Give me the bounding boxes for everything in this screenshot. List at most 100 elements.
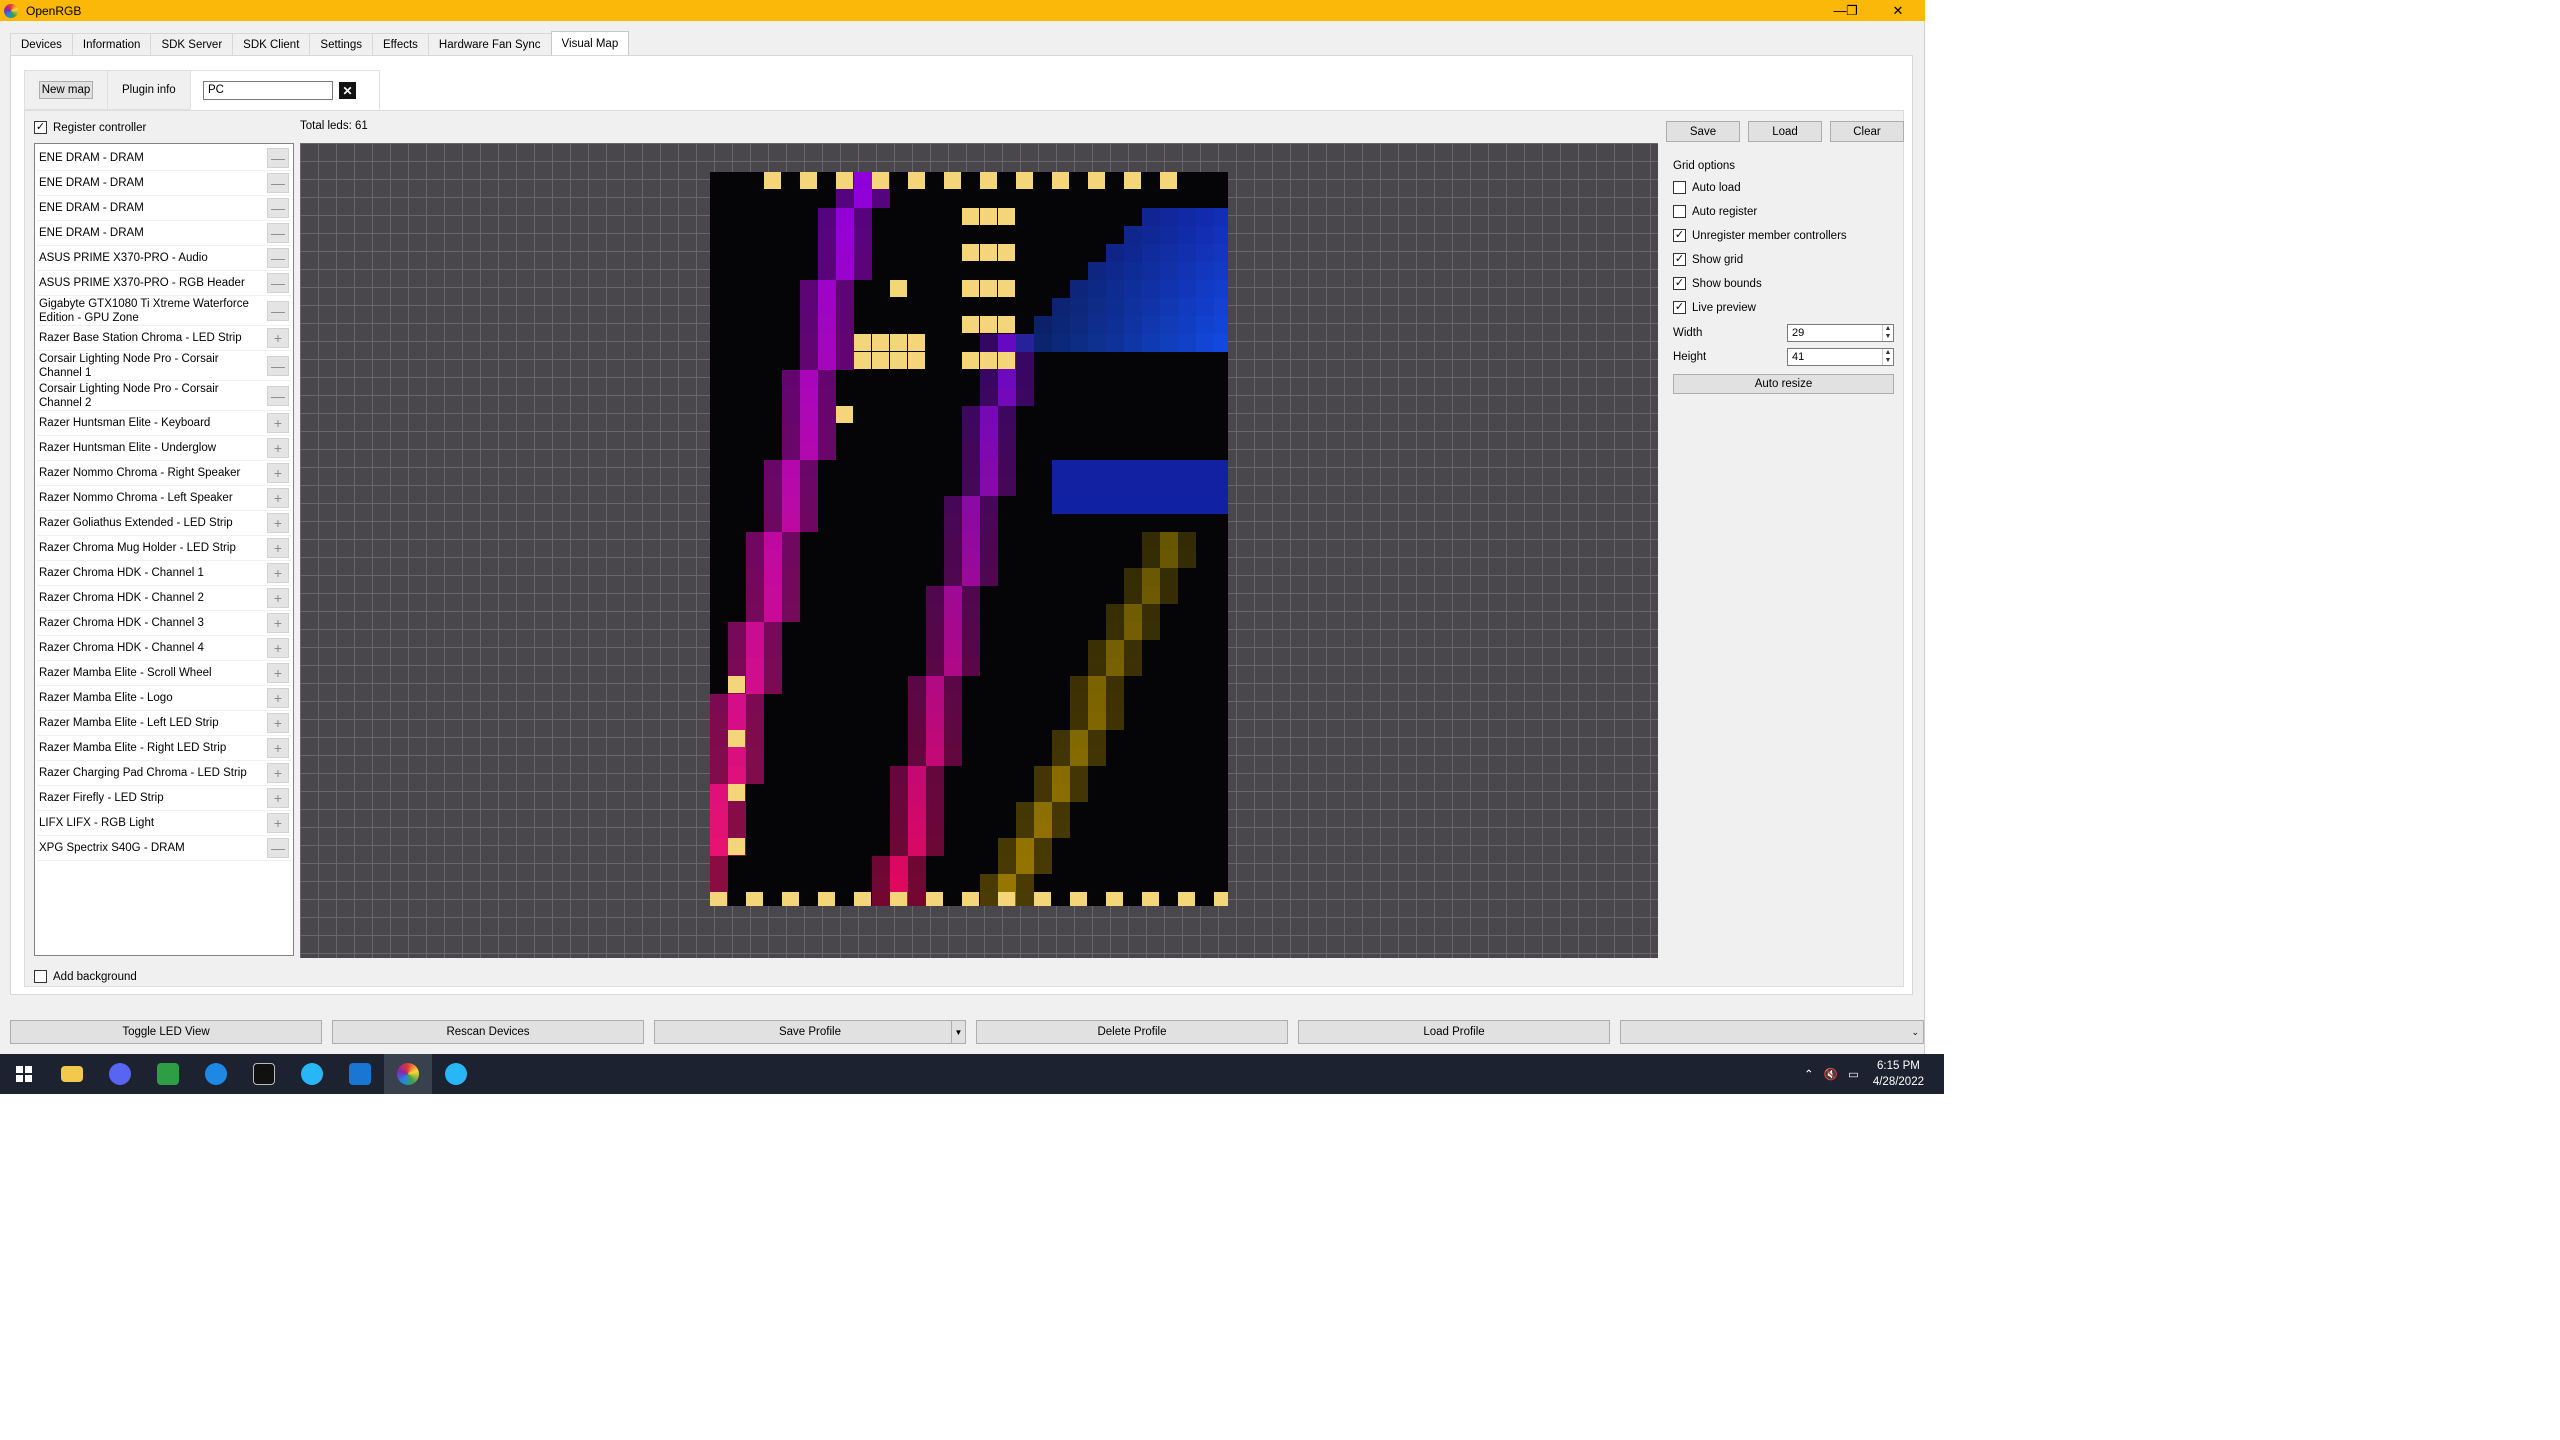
led-marker[interactable] [728, 730, 745, 747]
controller-list[interactable]: ENE DRAM - DRAM — ENE DRAM - DRAM — ENE DRAM… [34, 143, 294, 956]
add-controller-button[interactable]: + [267, 688, 289, 708]
remove-controller-button[interactable]: — [267, 838, 289, 858]
remove-controller-button[interactable]: — [267, 248, 289, 268]
close-map-icon[interactable]: ✕ [339, 82, 356, 99]
map-name-input[interactable]: PC [203, 81, 333, 100]
add-controller-button[interactable]: + [267, 563, 289, 583]
add-controller-button[interactable]: + [267, 513, 289, 533]
led-marker[interactable] [998, 244, 1015, 261]
network-icon[interactable]: ▭ [1848, 1067, 1859, 1081]
close-button[interactable]: ✕ [1875, 0, 1921, 21]
add-controller-button[interactable]: + [267, 463, 289, 483]
led-marker[interactable] [908, 334, 925, 351]
controller-row[interactable]: Razer Firefly - LED Strip + [37, 786, 291, 811]
led-marker[interactable] [728, 784, 745, 801]
show-grid-checkbox[interactable]: ✓ Show grid [1673, 253, 1743, 266]
led-marker[interactable] [962, 892, 979, 906]
tab-devices[interactable]: Devices [10, 33, 73, 55]
led-marker[interactable] [908, 172, 925, 189]
controller-row[interactable]: Razer Nommo Chroma - Left Speaker + [37, 486, 291, 511]
remove-controller-button[interactable]: — [267, 198, 289, 218]
led-marker[interactable] [818, 892, 835, 906]
openrgb-icon[interactable] [384, 1054, 432, 1094]
led-marker[interactable] [980, 316, 997, 333]
add-controller-button[interactable]: + [267, 638, 289, 658]
load-map-button[interactable]: Load [1748, 121, 1822, 142]
add-controller-button[interactable]: + [267, 713, 289, 733]
file-explorer-icon[interactable] [48, 1054, 96, 1094]
led-marker[interactable] [710, 892, 727, 906]
checkbox-box[interactable]: ✓ [34, 121, 47, 134]
led-marker[interactable] [728, 676, 745, 693]
volume-muted-icon[interactable]: 🔇 [1824, 1067, 1838, 1081]
tab-hardware-fan-sync[interactable]: Hardware Fan Sync [427, 33, 552, 55]
led-marker[interactable] [962, 244, 979, 261]
controller-row[interactable]: Razer Nommo Chroma - Right Speaker + [37, 461, 291, 486]
led-marker[interactable] [890, 334, 907, 351]
led-marker[interactable] [1070, 892, 1087, 906]
add-controller-button[interactable]: + [267, 663, 289, 683]
spin-arrows-icon[interactable]: ▲ ▼ [1882, 349, 1893, 365]
led-marker[interactable] [746, 892, 763, 906]
controller-row[interactable]: Razer Base Station Chroma - LED Strip + [37, 326, 291, 351]
led-marker[interactable] [1106, 892, 1123, 906]
led-marker[interactable] [1178, 892, 1195, 906]
led-marker[interactable] [1088, 172, 1105, 189]
led-marker[interactable] [890, 352, 907, 369]
toggle-led-view-button[interactable]: Toggle LED View [10, 1020, 322, 1044]
led-marker[interactable] [728, 838, 745, 855]
controller-row[interactable]: LIFX LIFX - RGB Light + [37, 811, 291, 836]
led-marker[interactable] [800, 172, 817, 189]
controller-row[interactable]: ENE DRAM - DRAM — [37, 171, 291, 196]
restore-button[interactable]: ❐ [1829, 0, 1875, 21]
led-marker[interactable] [890, 892, 907, 906]
led-marker[interactable] [980, 352, 997, 369]
add-controller-button[interactable]: + [267, 413, 289, 433]
tab-sdk-client[interactable]: SDK Client [232, 33, 311, 55]
controller-row[interactable]: ASUS PRIME X370-PRO - RGB Header — [37, 271, 291, 296]
led-marker[interactable] [1142, 892, 1159, 906]
new-map-button[interactable]: New map [39, 81, 93, 99]
add-background-checkbox[interactable]: Add background [34, 970, 137, 983]
remove-controller-button[interactable]: — [267, 300, 289, 321]
load-profile-button[interactable]: Load Profile [1298, 1020, 1610, 1044]
delete-profile-button[interactable]: Delete Profile [976, 1020, 1288, 1044]
save-profile-button[interactable]: Save Profile ▼ [654, 1020, 966, 1044]
add-controller-button[interactable]: + [267, 328, 289, 348]
add-controller-button[interactable]: + [267, 788, 289, 808]
controller-row[interactable]: Razer Chroma Mug Holder - LED Strip + [37, 536, 291, 561]
clear-map-button[interactable]: Clear [1830, 121, 1904, 142]
add-controller-button[interactable]: + [267, 588, 289, 608]
led-marker[interactable] [926, 892, 943, 906]
discord-icon[interactable] [96, 1054, 144, 1094]
unregister-members-checkbox[interactable]: ✓ Unregister member controllers [1673, 229, 1847, 242]
led-marker[interactable] [1214, 892, 1228, 906]
led-marker[interactable] [908, 352, 925, 369]
led-marker[interactable] [836, 406, 853, 423]
controller-row[interactable]: Razer Mamba Elite - Left LED Strip + [37, 711, 291, 736]
add-controller-button[interactable]: + [267, 613, 289, 633]
controller-row[interactable]: Razer Huntsman Elite - Keyboard + [37, 411, 291, 436]
led-marker[interactable] [1016, 172, 1033, 189]
led-marker[interactable] [890, 280, 907, 297]
controller-row[interactable]: Razer Chroma HDK - Channel 4 + [37, 636, 291, 661]
led-marker[interactable] [980, 280, 997, 297]
height-spinbox[interactable]: 41 ▲ ▼ [1787, 348, 1894, 366]
tab-information[interactable]: Information [71, 33, 152, 55]
chevron-up-icon[interactable]: ⌃ [1804, 1067, 1814, 1081]
qbittorrent-icon[interactable] [144, 1054, 192, 1094]
led-marker[interactable] [962, 316, 979, 333]
led-marker[interactable] [782, 892, 799, 906]
controller-row[interactable]: ENE DRAM - DRAM — [37, 146, 291, 171]
led-marker[interactable] [944, 172, 961, 189]
terminal-icon[interactable] [240, 1054, 288, 1094]
led-marker[interactable] [854, 334, 871, 351]
clock[interactable]: 6:15 PM 4/28/2022 [1873, 1058, 1924, 1090]
led-marker[interactable] [962, 208, 979, 225]
plugin-info-tab[interactable]: Plugin info [107, 70, 191, 110]
new-map-tab[interactable]: New map [24, 70, 108, 110]
save-map-button[interactable]: Save [1666, 121, 1740, 142]
auto-register-checkbox[interactable]: Auto register [1673, 205, 1757, 218]
controller-row[interactable]: Razer Chroma HDK - Channel 3 + [37, 611, 291, 636]
add-controller-button[interactable]: + [267, 438, 289, 458]
